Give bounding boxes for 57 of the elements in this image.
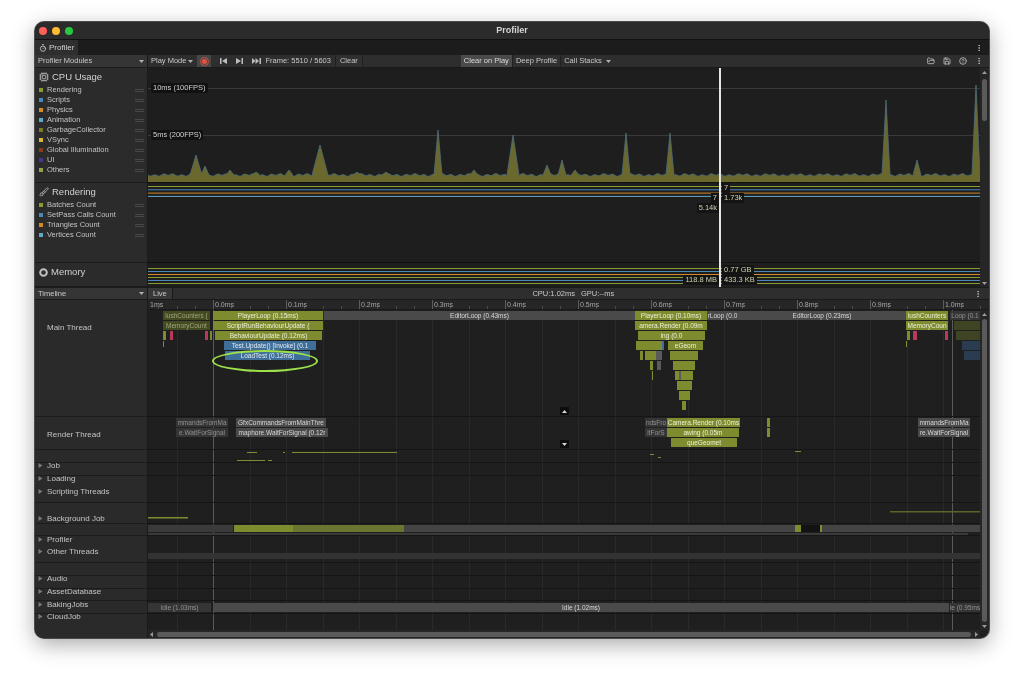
caret-up-icon	[562, 409, 567, 413]
thread-group-foldout[interactable]: Background Job	[38, 513, 105, 524]
scrollbar-thumb[interactable]	[157, 631, 971, 637]
collapse-button[interactable]	[560, 407, 569, 415]
thread-group-foldout[interactable]: Other Threads	[38, 546, 99, 557]
thread-label: Render Thread	[47, 430, 101, 439]
tab[interactable]: Profiler	[35, 40, 79, 55]
call-stack-drawing	[668, 351, 700, 410]
thread-group-foldout[interactable]: Job	[38, 460, 60, 471]
arrow-right-icon[interactable]	[975, 631, 978, 637]
thread-label: Main Thread	[47, 323, 92, 332]
thread-group-foldout[interactable]: Loading	[38, 473, 76, 484]
more-options-icon[interactable]	[975, 43, 983, 52]
sample-slivers-drawing	[767, 418, 770, 437]
caret-down-icon[interactable]	[188, 59, 194, 63]
call-stack-drawing	[635, 341, 664, 380]
scrollbar-thumb[interactable]	[982, 79, 987, 121]
chip-icon	[39, 72, 49, 82]
ring-icon	[39, 267, 48, 277]
save-icon[interactable]	[943, 57, 951, 65]
thread-group-foldout[interactable]: Audio	[38, 573, 68, 584]
module-title[interactable]: Memory	[51, 266, 86, 278]
arrow-down-icon[interactable]	[982, 282, 987, 285]
module-title[interactable]: CPU Usage	[52, 71, 103, 83]
thread-group-foldout[interactable]: Profiler	[38, 534, 73, 545]
minimize-icon[interactable]	[52, 26, 60, 35]
sample-slivers-drawing	[906, 331, 948, 347]
thread-group-foldout[interactable]: BakingJobs	[38, 599, 89, 610]
arrow-up-icon[interactable]	[982, 313, 987, 316]
caret-down-icon[interactable]	[139, 292, 144, 295]
arrow-up-icon[interactable]	[982, 71, 987, 74]
thread-group-foldout[interactable]: Scripting Threads	[38, 486, 110, 497]
step-back-icon[interactable]	[220, 58, 228, 64]
module-title[interactable]: Rendering	[52, 186, 96, 198]
more-options-icon[interactable]	[974, 289, 982, 298]
folder-icon[interactable]	[927, 57, 935, 65]
more-options-icon[interactable]	[975, 57, 983, 65]
frame-marker-line[interactable]	[719, 68, 721, 287]
arrow-down-icon[interactable]	[982, 625, 987, 628]
scrollbar-thumb[interactable]	[982, 319, 987, 622]
skip-to-end-icon[interactable]	[252, 58, 262, 64]
call-stack-drawing	[954, 321, 980, 360]
close-icon[interactable]	[39, 26, 47, 35]
thread-group-foldout[interactable]: CloudJob	[38, 611, 81, 622]
caret-down-icon	[562, 442, 567, 446]
step-forward-icon[interactable]	[236, 58, 244, 64]
arrow-left-icon[interactable]	[150, 631, 153, 637]
thread-group-foldout[interactable]: AssetDatabase	[38, 586, 102, 597]
caret-down-icon[interactable]	[139, 59, 144, 63]
zoom-icon[interactable]	[65, 26, 73, 35]
sample-slivers-drawing	[160, 331, 213, 347]
caret-down-icon[interactable]	[605, 59, 611, 63]
brush-icon	[39, 187, 49, 197]
help-icon[interactable]	[959, 57, 967, 65]
window-title: Profiler	[496, 23, 528, 37]
collapse-button[interactable]	[560, 440, 569, 448]
stopwatch-icon	[39, 43, 47, 52]
